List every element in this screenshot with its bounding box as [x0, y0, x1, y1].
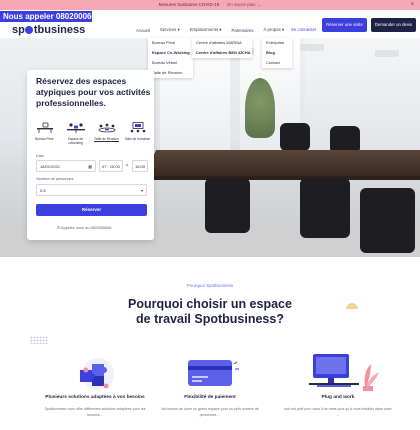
- banner-text: Mesures Sanitaires COVID-19: [158, 2, 220, 7]
- booking-card: Réservez des espaces atypiques pour vos …: [27, 70, 154, 240]
- space-bureau-prive[interactable]: Bureau Privé: [30, 121, 59, 145]
- covid-banner: Mesures Sanitaires COVID-19 · En savoir …: [0, 0, 420, 10]
- computer-desk-icon: [283, 350, 393, 394]
- login-link[interactable]: Se connecter: [291, 27, 316, 32]
- dots-decoration: [30, 336, 48, 344]
- feature-plug-and-work: Plug and work tout est prêt pour vous il…: [283, 350, 393, 418]
- emplacements-menu: Centre d'affaires MARINA Centre d'affair…: [192, 38, 252, 58]
- people-select[interactable]: 0-5 ▾: [36, 184, 147, 196]
- end-time-field[interactable]: 18:00: [132, 160, 148, 172]
- menu-item-entreprise[interactable]: Entreprise: [262, 38, 292, 48]
- coworking-icon: [61, 121, 90, 134]
- calendar-icon: ▦: [88, 164, 92, 169]
- book-visit-button[interactable]: Réserver une visite: [322, 18, 367, 32]
- time-separator: à: [126, 163, 129, 167]
- people-label: Nombre de personnes: [36, 177, 74, 181]
- menu-item-coworking[interactable]: Espace Co-Working: [148, 48, 193, 58]
- desk-icon: [30, 121, 59, 134]
- space-salle-reunion[interactable]: Salle de Réunion: [92, 121, 121, 145]
- space-salle-formation[interactable]: Salle de formation: [123, 121, 152, 145]
- close-icon[interactable]: ×: [410, 0, 414, 10]
- puzzle-icon: [40, 350, 150, 394]
- feature-solutions: Plusieurs solutions adaptées à vos besoi…: [40, 350, 150, 418]
- start-time-field[interactable]: 07 : 15:00: [99, 160, 123, 172]
- arrow-right-icon: →: [256, 2, 262, 7]
- training-room-icon: [123, 121, 152, 134]
- logo-dot-icon: [25, 26, 34, 34]
- reserve-button[interactable]: Réserver: [36, 204, 147, 216]
- date-label: Date: [36, 154, 45, 158]
- space-coworking[interactable]: Espace de coworking: [61, 121, 90, 145]
- section-kicker: Pourquoi Spotbusiness: [186, 283, 234, 288]
- meeting-room-icon: [92, 121, 121, 134]
- phone-icon: ✆: [57, 226, 61, 230]
- feature-payment: Flexibilité de paiement Vut besoin de lo…: [155, 350, 265, 418]
- space-type-selector: Bureau Privé Espace de coworking Salle d…: [30, 121, 152, 145]
- half-circle-decoration: [346, 303, 358, 309]
- menu-item-marina[interactable]: Centre d'affaires MARINA: [192, 38, 252, 48]
- nav-services[interactable]: Services ▾: [160, 27, 180, 33]
- call-us[interactable]: ✆ Appelez nous au 0802000666: [57, 225, 112, 230]
- services-menu: Bureau Privé Espace Co-Working Bureau Vi…: [148, 38, 193, 78]
- menu-item-bureau-virtuel[interactable]: Bureau Virtuel: [148, 58, 193, 68]
- nav-partenaires[interactable]: Partenaires: [231, 28, 253, 33]
- nav-apropos[interactable]: À propos ▾: [263, 27, 284, 33]
- banner-link[interactable]: En savoir plus: [227, 2, 255, 7]
- menu-item-bureau-prive[interactable]: Bureau Privé: [148, 38, 193, 48]
- spotbusiness-logo[interactable]: sp tbusiness: [12, 22, 85, 38]
- menu-item-blog[interactable]: Blog: [262, 48, 292, 58]
- main-nav: Accueil Services ▾ Emplacements ▾ Parten…: [136, 22, 294, 38]
- date-field[interactable]: 18/01/2021 ▦: [36, 160, 96, 172]
- chevron-down-icon: ▾: [140, 188, 143, 193]
- menu-item-contact[interactable]: Contact: [262, 58, 292, 68]
- request-quote-button[interactable]: Demander un devis: [371, 18, 416, 32]
- menu-item-ben-aicha[interactable]: Centre d'affaires BEN AÏCHA: [192, 48, 252, 58]
- nav-emplacements[interactable]: Emplacements ▾: [190, 27, 222, 33]
- apropos-menu: Entreprise Blog Contact: [262, 38, 292, 68]
- credit-card-icon: [155, 350, 265, 394]
- menu-item-salle-reunion[interactable]: Salle de Réunion: [148, 68, 193, 78]
- booking-title: Réservez des espaces atypiques pour vos …: [36, 76, 151, 108]
- nav-accueil[interactable]: Accueil: [136, 28, 150, 33]
- phone-badge[interactable]: Nous appeler 0802000666: [0, 11, 100, 22]
